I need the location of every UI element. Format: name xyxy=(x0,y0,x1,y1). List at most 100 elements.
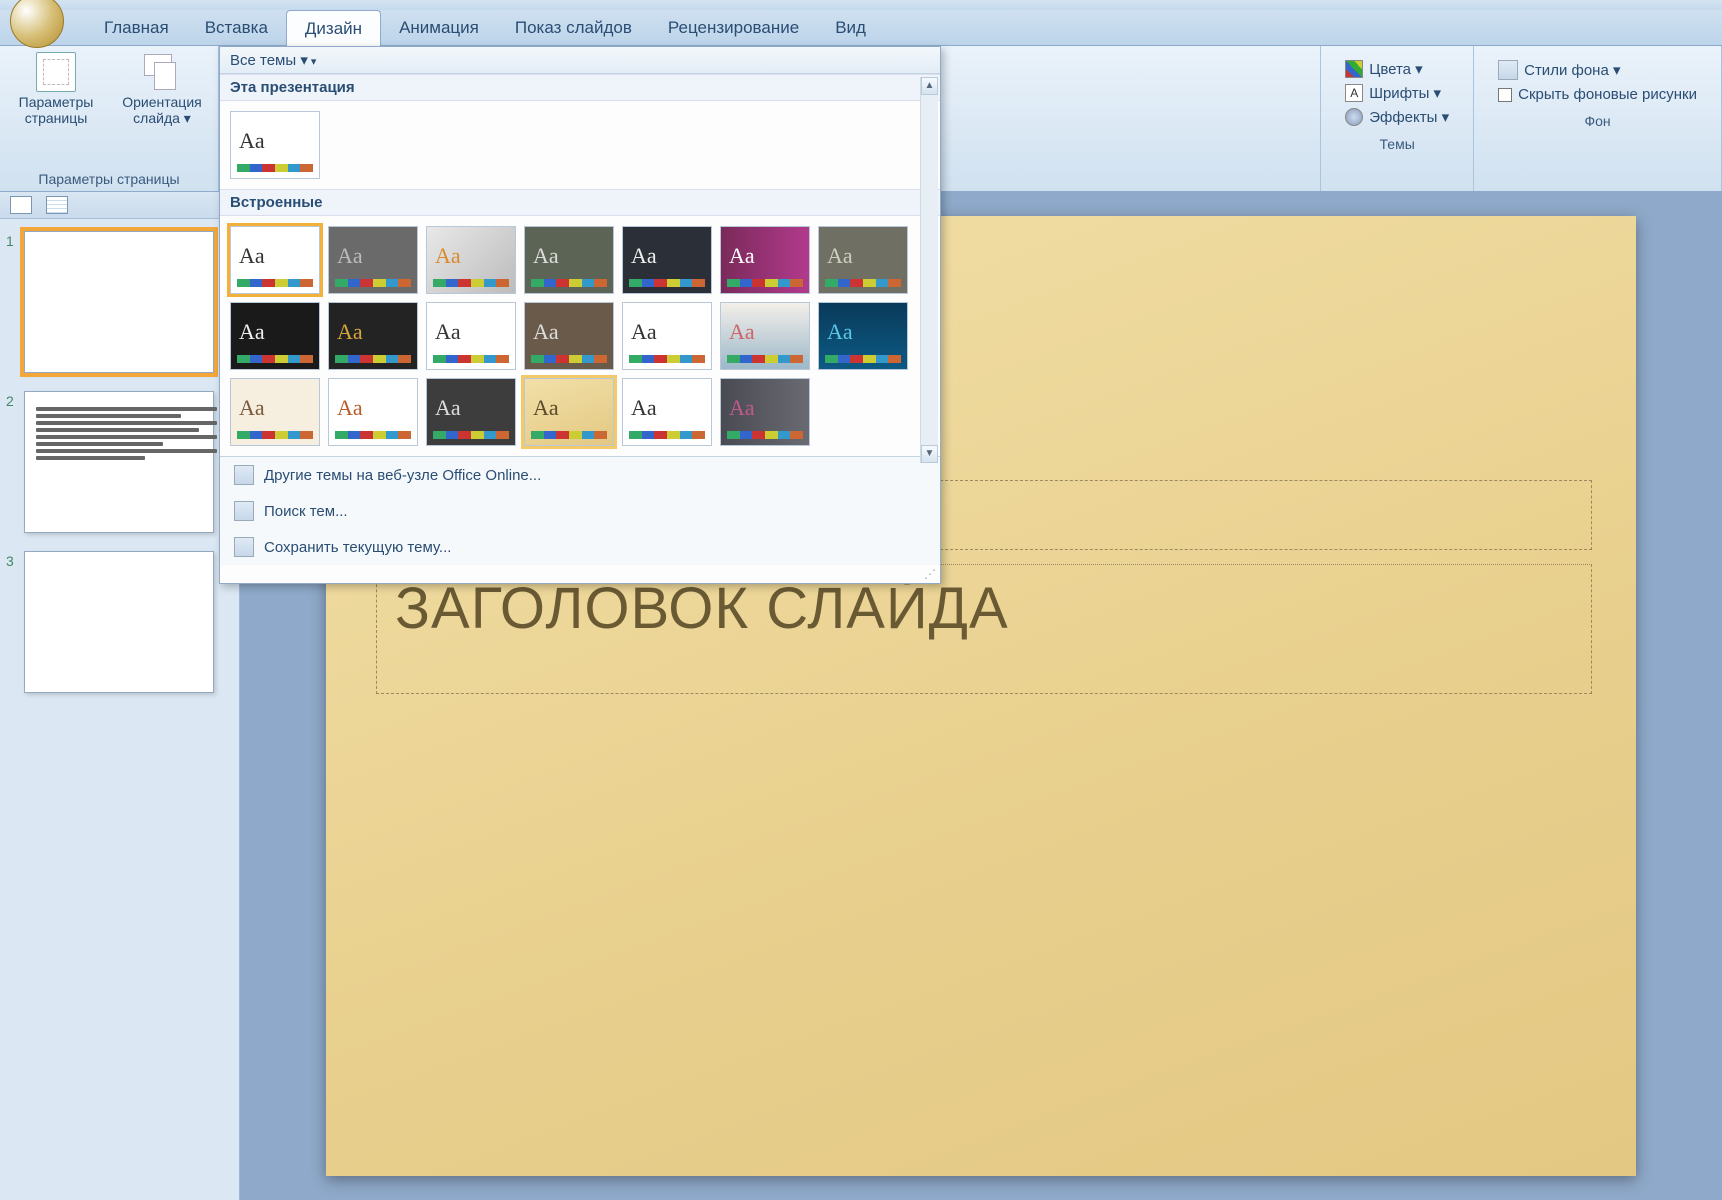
theme-color-strip xyxy=(727,355,803,363)
slides-tab-icon[interactable] xyxy=(10,196,32,214)
theme-color-strip xyxy=(629,355,705,363)
gallery-scrollbar[interactable]: ▲ ▼ xyxy=(920,77,938,463)
thumbnail-pane-tabs: × xyxy=(0,192,239,219)
themes-gallery-dropdown: Все темы ▾ Эта презентация Aa Встроенные… xyxy=(219,46,941,584)
theme-thumb-11[interactable]: Aa xyxy=(622,302,712,370)
search-icon xyxy=(234,501,254,521)
tab-insert[interactable]: Вставка xyxy=(187,10,286,46)
globe-icon xyxy=(234,465,254,485)
theme-thumb-5[interactable]: Aa xyxy=(720,226,810,294)
tab-review[interactable]: Рецензирование xyxy=(650,10,817,46)
theme-sample-text: Aa xyxy=(435,243,461,269)
theme-effects-button[interactable]: Эффекты ▾ xyxy=(1345,108,1449,126)
this-presentation-grid: Aa xyxy=(220,101,940,189)
tab-design[interactable]: Дизайн xyxy=(286,10,381,48)
theme-color-strip xyxy=(629,279,705,287)
theme-thumb-8[interactable]: Aa xyxy=(328,302,418,370)
theme-color-strip xyxy=(433,279,509,287)
theme-sample-text: Aa xyxy=(631,243,657,269)
slide-orientation-button[interactable]: Ориентация слайда ▾ xyxy=(116,52,208,127)
theme-color-strip xyxy=(727,279,803,287)
theme-color-strip xyxy=(237,355,313,363)
effects-label: Эффекты ▾ xyxy=(1369,108,1449,126)
save-icon xyxy=(234,537,254,557)
theme-color-strip xyxy=(335,431,411,439)
theme-sample-text: Aa xyxy=(533,319,559,345)
orientation-label: Ориентация слайда ▾ xyxy=(116,94,208,127)
group-page-setup: Параметры страницы Ориентация слайда ▾ П… xyxy=(0,46,219,191)
theme-sample-text: Aa xyxy=(533,243,559,269)
theme-color-strip xyxy=(531,279,607,287)
slide-number: 2 xyxy=(6,393,14,409)
gallery-resize-grip[interactable]: ⋰ xyxy=(220,565,940,583)
theme-sample-text: Aa xyxy=(729,243,755,269)
theme-colors-button[interactable]: Цвета ▾ xyxy=(1345,60,1449,78)
tab-view[interactable]: Вид xyxy=(817,10,884,46)
page-params-icon xyxy=(36,52,76,92)
ribbon-right: Цвета ▾ AШрифты ▾ Эффекты ▾ Темы Стили ф… xyxy=(1320,46,1722,191)
background-styles-button[interactable]: Стили фона ▾ xyxy=(1498,60,1697,80)
theme-color-strip xyxy=(629,431,705,439)
theme-thumb-2[interactable]: Aa xyxy=(426,226,516,294)
theme-thumb-9[interactable]: Aa xyxy=(426,302,516,370)
theme-color-strip xyxy=(335,279,411,287)
theme-thumb-17[interactable]: Aa xyxy=(524,378,614,446)
theme-color-strip xyxy=(825,279,901,287)
gallery-menu: Другие темы на веб-узле Office Online...… xyxy=(220,456,940,565)
theme-thumb-13[interactable]: Aa xyxy=(818,302,908,370)
hide-bg-label: Скрыть фоновые рисунки xyxy=(1518,86,1697,103)
theme-sample-text: Aa xyxy=(729,319,755,345)
save-current-theme[interactable]: Сохранить текущую тему... xyxy=(220,529,940,565)
slide-thumb-1[interactable]: 1 xyxy=(24,231,229,373)
theme-sample-text: Aa xyxy=(827,319,853,345)
theme-thumb-6[interactable]: Aa xyxy=(818,226,908,294)
theme-thumb-14[interactable]: Aa xyxy=(230,378,320,446)
ribbon: Параметры страницы Ориентация слайда ▾ П… xyxy=(0,46,1722,192)
theme-color-strip xyxy=(531,355,607,363)
theme-thumb-19[interactable]: Aa xyxy=(720,378,810,446)
group-label-background: Фон xyxy=(1584,111,1610,131)
effects-icon xyxy=(1345,108,1363,126)
bg-styles-icon xyxy=(1498,60,1518,80)
theme-color-strip xyxy=(531,431,607,439)
theme-thumb-10[interactable]: Aa xyxy=(524,302,614,370)
theme-thumb-16[interactable]: Aa xyxy=(426,378,516,446)
outline-tab-icon[interactable] xyxy=(46,196,68,214)
theme-thumb-18[interactable]: Aa xyxy=(622,378,712,446)
theme-sample-text: Aa xyxy=(337,319,363,345)
theme-sample-text: Aa xyxy=(435,395,461,421)
theme-thumb-3[interactable]: Aa xyxy=(524,226,614,294)
tab-animation[interactable]: Анимация xyxy=(381,10,497,46)
tab-slideshow[interactable]: Показ слайдов xyxy=(497,10,650,46)
slide-thumb-2[interactable]: 2 xyxy=(24,391,229,533)
theme-thumb-4[interactable]: Aa xyxy=(622,226,712,294)
theme-sample-text: Aa xyxy=(827,243,853,269)
theme-color-strip xyxy=(727,431,803,439)
more-themes-online-label: Другие темы на веб-узле Office Online... xyxy=(264,467,541,484)
group-label-page-setup: Параметры страницы xyxy=(38,169,179,189)
theme-sample-text: Aa xyxy=(631,319,657,345)
ribbon-tabs: Главная Вставка Дизайн Анимация Показ сл… xyxy=(0,10,1722,46)
theme-thumb-current[interactable]: Aa xyxy=(230,111,320,179)
save-current-theme-label: Сохранить текущую тему... xyxy=(264,539,451,556)
search-themes-label: Поиск тем... xyxy=(264,503,348,520)
search-themes[interactable]: Поиск тем... xyxy=(220,493,940,529)
theme-thumb-0[interactable]: Aa xyxy=(230,226,320,294)
theme-thumb-15[interactable]: Aa xyxy=(328,378,418,446)
page-params-button[interactable]: Параметры страницы xyxy=(10,52,102,126)
theme-thumb-7[interactable]: Aa xyxy=(230,302,320,370)
scroll-up-icon[interactable]: ▲ xyxy=(921,77,938,95)
tab-home[interactable]: Главная xyxy=(86,10,187,46)
theme-thumb-12[interactable]: Aa xyxy=(720,302,810,370)
section-builtin: Встроенные xyxy=(220,189,940,216)
all-themes-header[interactable]: Все темы ▾ xyxy=(220,47,940,74)
more-themes-online[interactable]: Другие темы на веб-узле Office Online... xyxy=(220,457,940,493)
theme-color-strip xyxy=(433,431,509,439)
theme-thumb-1[interactable]: Aa xyxy=(328,226,418,294)
hide-bg-graphics-checkbox[interactable]: Скрыть фоновые рисунки xyxy=(1498,86,1697,103)
slide-thumb-3[interactable]: 3 xyxy=(24,551,229,693)
fonts-label: Шрифты ▾ xyxy=(1369,84,1441,102)
theme-sample-text: Aa xyxy=(239,395,265,421)
scroll-down-icon[interactable]: ▼ xyxy=(921,445,938,463)
theme-fonts-button[interactable]: AШрифты ▾ xyxy=(1345,84,1449,102)
